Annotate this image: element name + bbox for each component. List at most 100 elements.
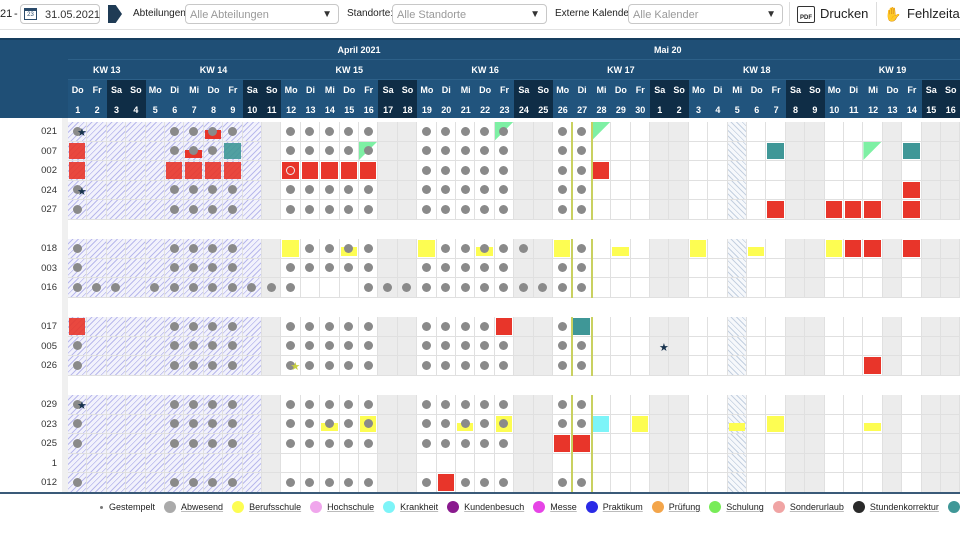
day-cell[interactable]	[533, 278, 553, 298]
day-cell[interactable]	[456, 239, 476, 259]
day-cell[interactable]	[320, 239, 340, 259]
day-cell[interactable]	[650, 122, 670, 142]
day-cell[interactable]	[708, 239, 728, 259]
day-cell[interactable]	[203, 278, 224, 298]
day-cell[interactable]	[921, 395, 941, 415]
day-cell[interactable]	[475, 473, 495, 492]
day-header[interactable]: Di 27	[572, 80, 592, 118]
day-cell[interactable]	[223, 161, 243, 181]
day-cell[interactable]	[688, 336, 709, 356]
day-cell[interactable]	[688, 258, 709, 278]
day-cell[interactable]	[785, 258, 806, 278]
day-header[interactable]: So 4	[126, 80, 146, 118]
legend-item[interactable]: Krankheit	[383, 501, 438, 513]
day-cell[interactable]	[339, 278, 359, 298]
day-cell[interactable]	[630, 278, 650, 298]
day-cell[interactable]	[669, 141, 689, 161]
day-cell[interactable]	[417, 395, 437, 415]
day-cell[interactable]	[727, 453, 747, 473]
day-cell[interactable]	[669, 356, 689, 376]
day-header[interactable]: Sa 10	[242, 80, 262, 118]
day-cell[interactable]	[533, 453, 553, 473]
day-cell[interactable]	[553, 453, 573, 473]
day-cell[interactable]	[184, 122, 204, 142]
day-cell[interactable]	[456, 473, 476, 492]
day-header[interactable]: So 9	[805, 80, 825, 118]
day-header[interactable]: Do 1	[68, 80, 88, 118]
day-cell[interactable]	[708, 278, 728, 298]
day-cell[interactable]	[902, 317, 922, 337]
day-cell[interactable]: ★	[650, 336, 670, 356]
day-cell[interactable]	[223, 336, 243, 356]
day-cell[interactable]	[203, 239, 224, 259]
day-cell[interactable]	[456, 395, 476, 415]
day-cell[interactable]	[203, 356, 224, 376]
day-cell[interactable]	[106, 161, 127, 181]
day-cell[interactable]	[572, 122, 592, 142]
day-cell[interactable]	[475, 122, 495, 142]
day-cell[interactable]	[902, 336, 922, 356]
day-cell[interactable]: ★	[68, 180, 88, 200]
day-cell[interactable]	[87, 200, 107, 220]
end-date-field[interactable]: 23 31.05.2021	[20, 4, 100, 24]
day-cell[interactable]	[941, 473, 960, 492]
day-cell[interactable]	[611, 317, 631, 337]
day-cell[interactable]	[863, 336, 883, 356]
day-cell[interactable]	[397, 356, 418, 376]
day-cell[interactable]	[300, 141, 321, 161]
day-cell[interactable]	[824, 453, 844, 473]
day-cell[interactable]	[902, 161, 922, 181]
day-cell[interactable]	[223, 258, 243, 278]
day-cell[interactable]	[727, 161, 747, 181]
legend-item[interactable]: Stundenkorrektur	[852, 501, 939, 513]
day-cell[interactable]	[941, 180, 960, 200]
day-cell[interactable]	[165, 336, 185, 356]
day-cell[interactable]	[262, 414, 282, 434]
day-cell[interactable]	[553, 141, 573, 161]
day-cell[interactable]	[824, 161, 844, 181]
locations-select[interactable]: Alle Standorte ▼	[392, 4, 547, 24]
day-header[interactable]: Mi 14	[320, 80, 340, 118]
day-cell[interactable]	[417, 434, 437, 454]
day-cell[interactable]	[630, 141, 650, 161]
day-cell[interactable]	[165, 414, 185, 434]
day-cell[interactable]	[514, 141, 534, 161]
day-cell[interactable]	[397, 161, 418, 181]
day-cell[interactable]	[494, 414, 515, 434]
day-cell[interactable]	[494, 317, 515, 337]
day-cell[interactable]	[844, 258, 864, 278]
day-cell[interactable]	[494, 141, 515, 161]
day-cell[interactable]	[320, 414, 340, 434]
day-cell[interactable]	[533, 395, 553, 415]
day-cell[interactable]	[591, 434, 612, 454]
day-cell[interactable]	[494, 200, 515, 220]
day-cell[interactable]	[747, 258, 767, 278]
day-cell[interactable]	[766, 336, 786, 356]
day-cell[interactable]	[320, 453, 340, 473]
external-calendar-select[interactable]: Alle Kalender ▼	[628, 4, 783, 24]
day-cell[interactable]	[68, 141, 88, 161]
day-cell[interactable]	[203, 122, 224, 142]
day-cell[interactable]	[688, 141, 709, 161]
day-cell[interactable]	[320, 336, 340, 356]
day-header[interactable]: Do 29	[611, 80, 631, 118]
day-cell[interactable]	[203, 161, 224, 181]
day-cell[interactable]	[68, 356, 88, 376]
day-cell[interactable]	[223, 200, 243, 220]
day-cell[interactable]	[844, 239, 864, 259]
day-cell[interactable]	[417, 336, 437, 356]
day-cell[interactable]	[300, 434, 321, 454]
day-cell[interactable]	[553, 317, 573, 337]
day-cell[interactable]	[456, 200, 476, 220]
day-cell[interactable]	[106, 356, 127, 376]
day-cell[interactable]	[262, 473, 282, 492]
day-cell[interactable]	[106, 239, 127, 259]
day-cell[interactable]	[145, 278, 165, 298]
day-cell[interactable]	[165, 317, 185, 337]
day-cell[interactable]	[203, 200, 224, 220]
day-cell[interactable]	[611, 356, 631, 376]
day-cell[interactable]	[572, 473, 592, 492]
legend-item[interactable]: Sonderurlaub	[772, 501, 844, 513]
day-cell[interactable]	[785, 473, 806, 492]
day-cell[interactable]	[320, 395, 340, 415]
